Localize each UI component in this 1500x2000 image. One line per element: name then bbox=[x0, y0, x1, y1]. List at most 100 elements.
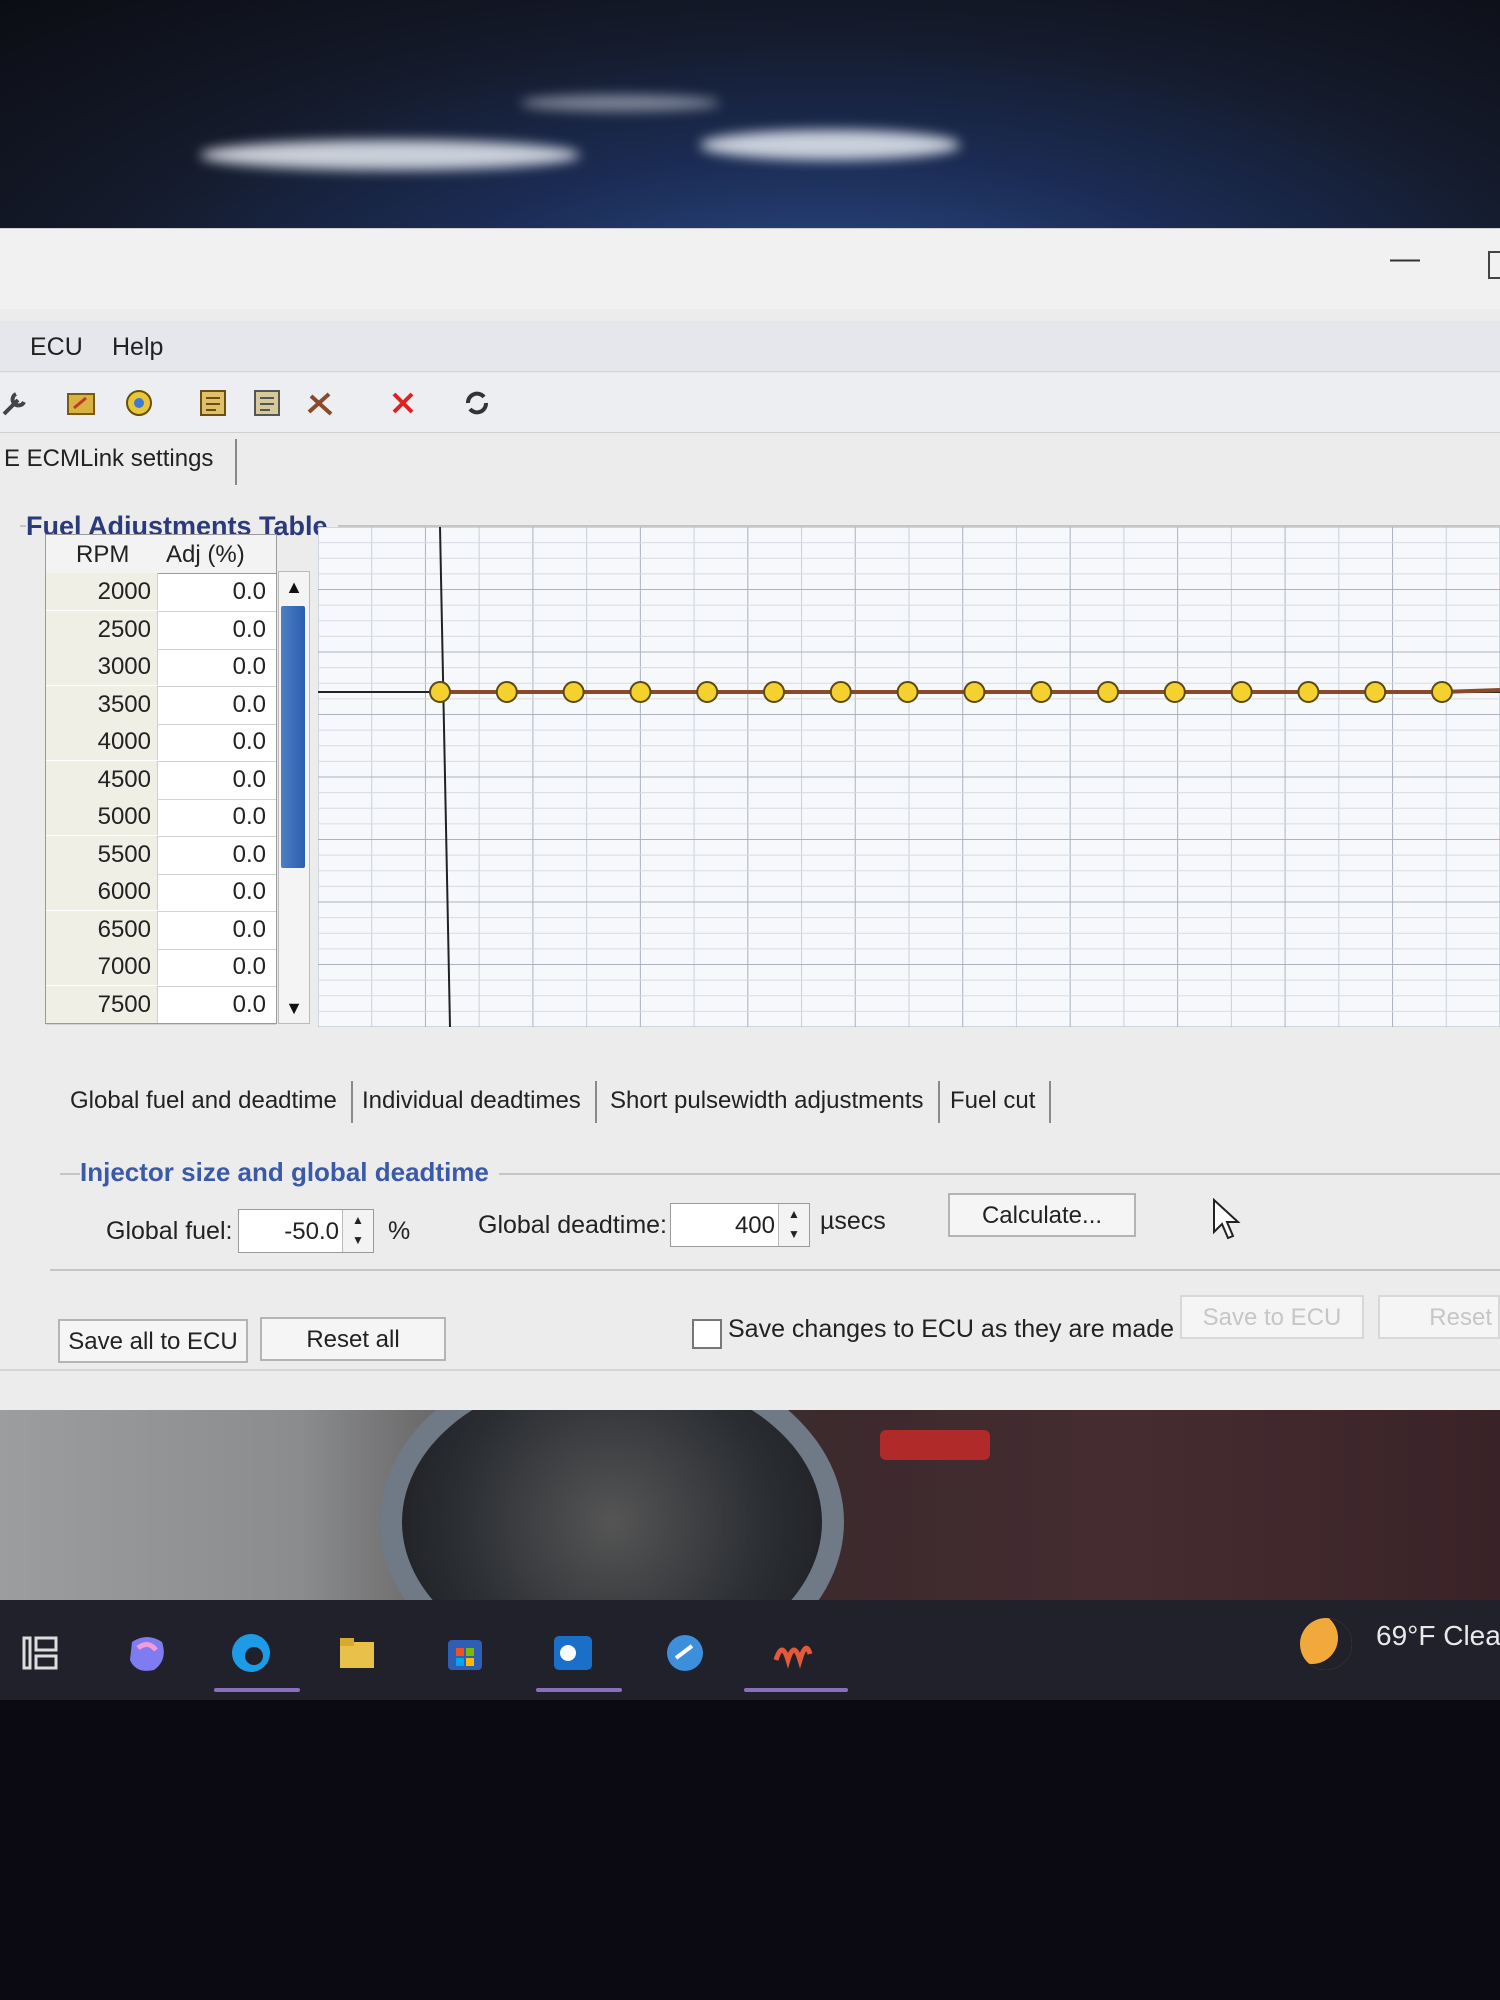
store-icon[interactable] bbox=[442, 1630, 488, 1676]
reset-all-button[interactable]: Reset all bbox=[260, 1317, 446, 1361]
data-point bbox=[896, 681, 919, 703]
adj-cell[interactable]: 0.0 bbox=[158, 761, 276, 798]
table-row[interactable]: 4000 0.0 bbox=[46, 723, 276, 762]
status-divider bbox=[0, 1369, 1500, 1371]
adj-cell[interactable]: 0.0 bbox=[158, 573, 276, 610]
table-row[interactable]: 6500 0.0 bbox=[46, 910, 276, 950]
data-point bbox=[1364, 681, 1387, 703]
rpm-cell: 2000 bbox=[46, 573, 158, 610]
data-point bbox=[1097, 681, 1119, 703]
tab-short-pulsewidth[interactable]: Short pulsewidth adjustments bbox=[600, 1081, 940, 1123]
data-point bbox=[495, 681, 518, 703]
global-fuel-unit: % bbox=[388, 1217, 411, 1245]
data-point bbox=[629, 681, 652, 703]
tab-individual-deadtimes[interactable]: Individual deadtimes bbox=[352, 1081, 597, 1123]
fuel-adjustments-table: RPM Adj (%) 2000 0.0 2500 0.0 3000 0.0 3500 0.0… bbox=[45, 534, 277, 1025]
table-row[interactable]: 3500 0.0 bbox=[46, 685, 276, 725]
data-point bbox=[696, 681, 719, 703]
minimize-button[interactable]: — bbox=[1390, 244, 1420, 277]
wrench-icon[interactable] bbox=[0, 388, 30, 418]
global-deadtime-value[interactable]: 400 bbox=[735, 1212, 775, 1240]
column-adj: Adj (%) bbox=[166, 541, 245, 568]
scroll-down-icon[interactable]: ▼ bbox=[279, 993, 309, 1023]
reset-button[interactable]: Reset bbox=[1378, 1295, 1500, 1339]
adj-cell[interactable]: 0.0 bbox=[158, 948, 276, 985]
menu-help[interactable]: Help bbox=[112, 333, 163, 362]
adj-cell[interactable]: 0.0 bbox=[158, 911, 276, 948]
scroll-up-icon[interactable]: ▲ bbox=[279, 572, 309, 602]
outlook-icon[interactable] bbox=[550, 1630, 596, 1676]
table-header: RPM Adj (%) bbox=[46, 535, 276, 574]
autosave-label: Save changes to ECU as they are made bbox=[728, 1315, 1175, 1343]
table-row[interactable]: 2000 0.0 bbox=[46, 573, 276, 612]
rpm-cell: 2500 bbox=[46, 610, 158, 648]
data-point bbox=[1163, 681, 1186, 703]
tab-fuel-cut[interactable]: Fuel cut bbox=[940, 1081, 1052, 1123]
taskbar: 69°F Clea bbox=[0, 1600, 1500, 1700]
table-row[interactable]: 5000 0.0 bbox=[46, 798, 276, 837]
weather-text[interactable]: 69°F Clea bbox=[1376, 1620, 1500, 1652]
copilot-icon[interactable] bbox=[124, 1630, 170, 1676]
file-explorer-icon[interactable] bbox=[334, 1630, 380, 1676]
task-view-icon[interactable] bbox=[18, 1630, 64, 1676]
title-bar: — bbox=[0, 229, 1500, 309]
rpm-cell: 7500 bbox=[46, 985, 158, 1023]
global-deadtime-spinner[interactable]: 400 ▲ ▼ bbox=[670, 1203, 810, 1247]
global-fuel-value[interactable]: -50.0 bbox=[284, 1218, 339, 1246]
calculate-button[interactable]: Calculate... bbox=[948, 1193, 1136, 1237]
disconnect-icon[interactable] bbox=[305, 388, 335, 418]
edge-icon[interactable] bbox=[228, 1630, 274, 1676]
menu-bar: ECU Help bbox=[0, 321, 1500, 372]
table-row[interactable]: 3000 0.0 bbox=[46, 648, 276, 687]
ecmlink-app-icon[interactable] bbox=[768, 1630, 814, 1676]
global-fuel-spinner[interactable]: -50.0 ▲ ▼ bbox=[238, 1209, 374, 1253]
table-scrollbar[interactable]: ▲ ▼ bbox=[278, 571, 310, 1024]
adj-cell[interactable]: 0.0 bbox=[158, 648, 276, 685]
datalog-icon[interactable] bbox=[252, 388, 282, 418]
log-icon[interactable] bbox=[198, 388, 228, 418]
table-row[interactable]: 6000 0.0 bbox=[46, 873, 276, 912]
data-point bbox=[1431, 681, 1453, 703]
adj-cell[interactable]: 0.0 bbox=[158, 686, 276, 723]
table-row[interactable]: 5500 0.0 bbox=[46, 835, 276, 875]
background-photo-top bbox=[0, 0, 1500, 240]
maximize-button[interactable] bbox=[1488, 251, 1500, 279]
open-file-icon[interactable] bbox=[66, 388, 96, 418]
table-row[interactable]: 7500 0.0 bbox=[46, 985, 276, 1025]
rpm-cell: 7000 bbox=[46, 948, 158, 985]
global-fuel-label: Global fuel: bbox=[106, 1217, 233, 1245]
moon-weather-icon[interactable] bbox=[1300, 1618, 1352, 1670]
fuel-adjustment-chart[interactable] bbox=[318, 527, 1500, 1027]
table-row[interactable]: 7000 0.0 bbox=[46, 948, 276, 987]
adj-cell[interactable]: 0.0 bbox=[158, 873, 276, 910]
tab-global-fuel-deadtime[interactable]: Global fuel and deadtime bbox=[60, 1081, 353, 1123]
global-deadtime-label: Global deadtime: bbox=[478, 1211, 668, 1239]
close-icon[interactable] bbox=[388, 388, 418, 418]
app-window: — ECU Help E ECMLink settings Fuel Adjus… bbox=[0, 228, 1500, 1414]
app-shortcut-icon[interactable] bbox=[662, 1630, 708, 1676]
adj-cell[interactable]: 0.0 bbox=[158, 611, 276, 648]
connect-icon[interactable] bbox=[124, 388, 154, 418]
save-all-button[interactable]: Save all to ECU bbox=[58, 1319, 248, 1363]
tab-ecmlink-settings[interactable]: E ECMLink settings bbox=[0, 439, 238, 485]
spinner-arrows-icon[interactable]: ▲ ▼ bbox=[778, 1204, 809, 1246]
menu-ecu[interactable]: ECU bbox=[30, 333, 83, 362]
table-row[interactable]: 2500 0.0 bbox=[46, 610, 276, 650]
active-indicator bbox=[536, 1688, 622, 1692]
spinner-arrows-icon[interactable]: ▲ ▼ bbox=[342, 1210, 373, 1252]
deadtime-unit: µsecs bbox=[820, 1207, 886, 1235]
save-to-ecu-button[interactable]: Save to ECU bbox=[1180, 1295, 1364, 1339]
data-point bbox=[963, 681, 986, 703]
autosave-checkbox[interactable] bbox=[692, 1319, 722, 1349]
data-point bbox=[1297, 681, 1320, 703]
data-point bbox=[1030, 681, 1053, 703]
column-rpm: RPM bbox=[76, 541, 130, 568]
adj-cell[interactable]: 0.0 bbox=[158, 798, 276, 835]
refresh-icon[interactable] bbox=[462, 388, 492, 418]
scroll-thumb[interactable] bbox=[281, 606, 305, 868]
adj-cell[interactable]: 0.0 bbox=[158, 986, 276, 1023]
adj-cell[interactable]: 0.0 bbox=[158, 723, 276, 760]
adj-cell[interactable]: 0.0 bbox=[158, 836, 276, 873]
table-row[interactable]: 4500 0.0 bbox=[46, 760, 276, 800]
active-indicator bbox=[214, 1688, 300, 1692]
